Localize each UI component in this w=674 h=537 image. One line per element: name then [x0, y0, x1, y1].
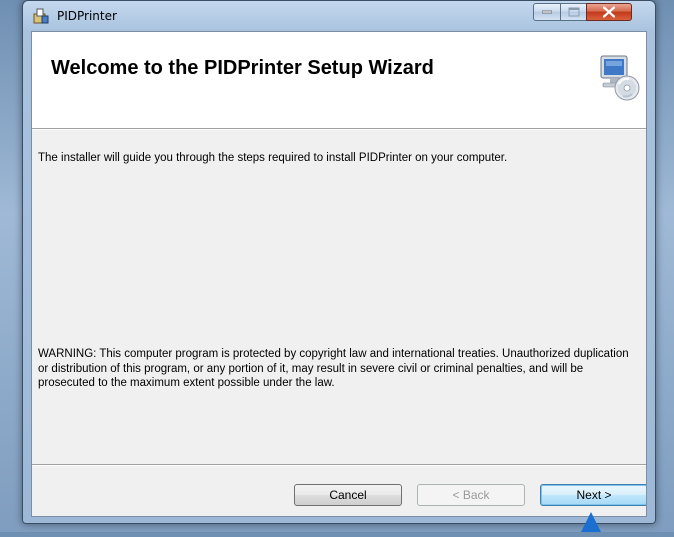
pointer-arrow-icon [580, 512, 602, 532]
maximize-icon [568, 7, 579, 17]
copyright-warning-text: WARNING: This computer program is protec… [38, 348, 629, 389]
computer-cd-icon [599, 54, 641, 102]
footer-divider [32, 464, 646, 465]
banner-divider [32, 129, 646, 130]
window-title: PIDPrinter [57, 9, 117, 23]
minimize-icon [542, 10, 552, 14]
page-title: Welcome to the PIDPrinter Setup Wizard [51, 57, 434, 79]
cancel-button[interactable]: Cancel [294, 484, 402, 506]
back-button[interactable]: < Back [417, 484, 525, 506]
minimize-button[interactable] [533, 3, 561, 21]
close-icon [603, 6, 615, 18]
intro-text: The installer will guide you through the… [38, 152, 508, 164]
installer-window: PIDPrinter Welcome to the PIDPrinter Set… [22, 0, 656, 524]
title-bar[interactable]: PIDPrinter [23, 1, 655, 31]
installer-app-icon [33, 8, 49, 24]
wizard-banner: Welcome to the PIDPrinter Setup Wizard [32, 32, 646, 129]
close-button[interactable] [586, 3, 632, 21]
wizard-client-area: Welcome to the PIDPrinter Setup Wizard T… [31, 31, 647, 517]
maximize-button[interactable] [560, 3, 587, 21]
next-button[interactable]: Next > [540, 484, 646, 506]
